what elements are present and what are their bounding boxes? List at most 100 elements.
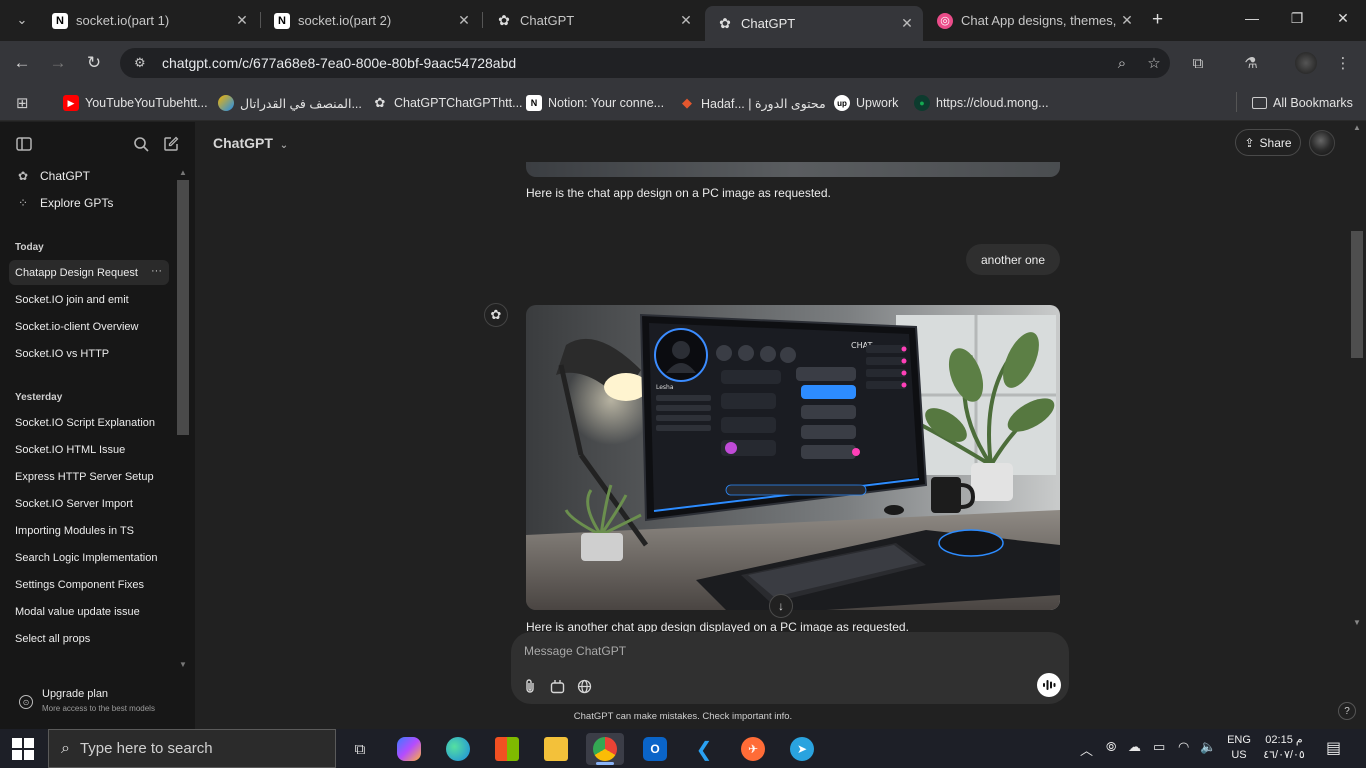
- tools-icon[interactable]: [547, 676, 567, 696]
- task-view-icon[interactable]: ⧉: [341, 733, 379, 765]
- tab-socketio-part2[interactable]: N socket.io(part 2) ✕: [262, 6, 480, 35]
- tab-socketio-part1[interactable]: N socket.io(part 1) ✕: [40, 6, 258, 35]
- bookmark-upwork[interactable]: up Upwork: [834, 92, 898, 114]
- wifi-icon[interactable]: ◠: [1178, 739, 1189, 755]
- bookmark-chatgpt[interactable]: ✿ ChatGPTChatGPThtt...: [372, 92, 523, 114]
- model-selector[interactable]: ChatGPT ⌄: [213, 135, 288, 151]
- bookmark-youtube[interactable]: ▶ YouTubeYouTubehtt...: [63, 92, 208, 114]
- bookmark-label: المنصف في القدراتال...: [240, 96, 362, 111]
- zoom-icon[interactable]: ⌕: [1106, 55, 1138, 72]
- close-icon[interactable]: ✕: [1119, 12, 1135, 29]
- meet-now-icon[interactable]: ⦾: [1106, 739, 1116, 755]
- forward-arrow-icon[interactable]: →: [43, 48, 73, 78]
- more-options-icon[interactable]: ···: [151, 265, 162, 277]
- sidebar-scrollbar-thumb[interactable]: [177, 180, 189, 435]
- store-icon[interactable]: [488, 733, 526, 765]
- previous-generated-image[interactable]: [526, 162, 1060, 177]
- chat-item[interactable]: Socket.IO join and emit: [9, 287, 169, 312]
- vscode-icon[interactable]: ❮: [685, 733, 723, 765]
- notifications-icon[interactable]: ▤: [1326, 738, 1341, 758]
- new-tab-button[interactable]: +: [1152, 9, 1163, 31]
- close-icon[interactable]: ✕: [234, 12, 250, 29]
- show-hidden-icons-chevron-up-icon[interactable]: ︿: [1080, 740, 1093, 759]
- generated-image[interactable]: Lesha CHAT: [526, 305, 1060, 610]
- scroll-up-arrow-icon[interactable]: ▲: [179, 168, 187, 177]
- hadaf-icon: ◆: [682, 95, 692, 110]
- sidebar-item-explore-gpts[interactable]: ⁘ Explore GPTs: [14, 191, 113, 215]
- apps-grid-icon[interactable]: ⊞: [16, 92, 29, 114]
- avatar[interactable]: [1309, 130, 1335, 156]
- chat-item[interactable]: Modal value update issue: [9, 599, 169, 624]
- main-scroll-down-arrow-icon[interactable]: ▼: [1353, 618, 1361, 627]
- close-window-button[interactable]: ✕: [1320, 10, 1366, 27]
- site-settings-icon[interactable]: ⚙: [134, 55, 152, 71]
- edge-icon[interactable]: [439, 733, 477, 765]
- close-icon[interactable]: ✕: [899, 15, 915, 32]
- chat-item[interactable]: Express HTTP Server Setup: [9, 464, 169, 489]
- chat-item[interactable]: Socket.IO Script Explanation: [9, 410, 169, 435]
- main-scroll-up-arrow-icon[interactable]: ▲: [1353, 123, 1361, 132]
- profile-avatar[interactable]: [1295, 52, 1317, 74]
- scroll-to-bottom-arrow-icon[interactable]: ↓: [769, 594, 793, 618]
- all-bookmarks[interactable]: All Bookmarks: [1252, 92, 1353, 114]
- attach-paperclip-icon[interactable]: [520, 676, 540, 696]
- input-language[interactable]: ENG US: [1225, 733, 1253, 763]
- chrome-icon[interactable]: [586, 733, 624, 765]
- onedrive-cloud-icon[interactable]: ☁: [1128, 739, 1141, 755]
- reload-icon[interactable]: ↻: [79, 48, 109, 78]
- openai-icon: ✿: [374, 95, 386, 110]
- bookmark-notion[interactable]: N Notion: Your conne...: [526, 92, 664, 114]
- search-icon[interactable]: [130, 133, 152, 155]
- volume-speaker-icon[interactable]: 🔈: [1200, 739, 1216, 755]
- chat-item[interactable]: Socket.IO Server Import: [9, 491, 169, 516]
- menu-dots-icon[interactable]: ⋮: [1330, 51, 1356, 75]
- disclaimer-text: ChatGPT can make mistakes. Check importa…: [573, 711, 793, 722]
- address-bar[interactable]: ⚙ chatgpt.com/c/677a68e8-7ea0-800e-80bf-…: [120, 48, 1170, 78]
- new-chat-icon[interactable]: [160, 133, 182, 155]
- message-input[interactable]: Message ChatGPT: [524, 644, 626, 658]
- windows-start-icon[interactable]: [12, 738, 34, 760]
- chat-item[interactable]: Select all props: [9, 626, 169, 651]
- tab-chatgpt-1[interactable]: ✿ ChatGPT ✕: [484, 6, 702, 35]
- restore-button[interactable]: ❐: [1274, 10, 1320, 27]
- telegram-icon[interactable]: ➤: [783, 733, 821, 765]
- bookmark-platform[interactable]: المنصف في القدراتال...: [218, 92, 362, 114]
- chat-item[interactable]: Socket.io-client Overview: [9, 314, 169, 339]
- web-search-globe-icon[interactable]: [574, 676, 594, 696]
- voice-mode-icon[interactable]: [1037, 673, 1061, 697]
- message-composer[interactable]: Message ChatGPT: [511, 632, 1069, 704]
- close-icon[interactable]: ✕: [456, 12, 472, 29]
- close-icon[interactable]: ✕: [678, 12, 694, 29]
- sidebar-item-chatgpt[interactable]: ✿ ChatGPT: [14, 164, 90, 188]
- tab-chat-app-designs[interactable]: ◎ Chat App designs, themes, te ✕: [925, 6, 1143, 35]
- tab-search-chevron-down-icon[interactable]: ⌄: [8, 7, 36, 33]
- minimize-button[interactable]: —: [1229, 10, 1275, 26]
- help-button[interactable]: ?: [1338, 702, 1356, 720]
- outlook-icon[interactable]: O: [636, 733, 674, 765]
- chat-item[interactable]: Settings Component Fixes: [9, 572, 169, 597]
- chat-item[interactable]: Search Logic Implementation: [9, 545, 169, 570]
- chat-item[interactable]: Chatapp Design Request ···: [9, 260, 169, 285]
- sidebar-toggle-icon[interactable]: [13, 133, 35, 155]
- chat-item[interactable]: Importing Modules in TS: [9, 518, 169, 543]
- labs-flask-icon[interactable]: ⚗: [1238, 51, 1264, 75]
- copilot-icon[interactable]: [390, 733, 428, 765]
- postman-icon[interactable]: ✈: [734, 733, 772, 765]
- file-explorer-icon[interactable]: [537, 733, 575, 765]
- back-arrow-icon[interactable]: ←: [7, 48, 37, 78]
- main-scrollbar-thumb[interactable]: [1351, 231, 1363, 358]
- tab-chatgpt-active[interactable]: ✿ ChatGPT ✕: [705, 6, 923, 41]
- chat-title: Socket.IO Script Explanation: [15, 416, 156, 429]
- chat-item[interactable]: Socket.IO HTML Issue: [9, 437, 169, 462]
- share-button[interactable]: ⇪ Share: [1235, 129, 1301, 156]
- extensions-puzzle-icon[interactable]: ⧉: [1185, 51, 1211, 75]
- bookmark-mongodb[interactable]: ● https://cloud.mong...: [914, 92, 1049, 114]
- taskbar-search-box[interactable]: ⌕ Type here to search: [48, 729, 336, 768]
- scroll-down-arrow-icon[interactable]: ▼: [179, 660, 187, 669]
- bookmark-hadaf[interactable]: ◆ Hadaf... | محتوى الدورة: [679, 92, 826, 114]
- bookmark-star-icon[interactable]: ☆: [1138, 54, 1170, 72]
- chat-title: Settings Component Fixes: [15, 578, 145, 591]
- battery-icon[interactable]: ▭: [1153, 739, 1165, 755]
- clock[interactable]: 02:15 م ٤٦/٠٧/٠٥: [1259, 733, 1309, 763]
- chat-item[interactable]: Socket.IO vs HTTP: [9, 341, 169, 366]
